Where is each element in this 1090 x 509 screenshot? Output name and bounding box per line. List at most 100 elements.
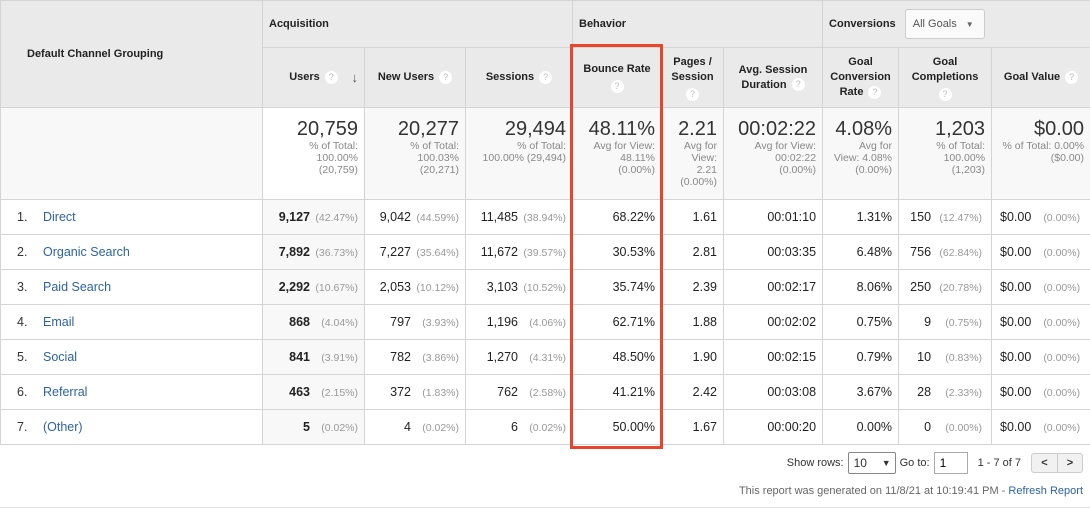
total-bounce-rate: 48.11% Avg for View: 48.11% (0.00%)	[572, 107, 662, 200]
pages-session-cell: 2.39	[661, 269, 724, 305]
total-sub: ($0.00)	[1050, 152, 1085, 164]
acquisition-label: Acquisition	[269, 18, 329, 30]
col-header-pages-session[interactable]: Pages / Session?	[661, 47, 724, 108]
goal-value-cell: $0.00 (0.00%)	[991, 409, 1090, 445]
col-session-label: Session	[671, 70, 714, 83]
conversions-label: Conversions	[829, 17, 896, 30]
col-header-sessions[interactable]: Sessions?	[465, 47, 573, 108]
pagination-bar: Show rows: 10 ▼ Go to: 1 - 7 of 7 < >	[787, 452, 1083, 474]
channel-link[interactable]: (Other)	[43, 420, 83, 434]
goal-value-cell: $0.00 (0.00%)	[991, 374, 1090, 410]
sessions-pct: (4.06%)	[529, 317, 566, 329]
col-gcr-label-3: Rate	[839, 86, 864, 98]
new-users-cell: 4 (0.02%)	[364, 409, 466, 445]
col-header-goal-completions[interactable]: Goal Completions?	[898, 47, 993, 108]
next-page-button[interactable]: >	[1057, 454, 1082, 472]
col-header-users[interactable]: Users? ↓	[262, 47, 365, 108]
help-icon[interactable]: ?	[938, 87, 952, 101]
total-value: 00:02:22	[738, 118, 817, 140]
bounce-rate-cell: 35.74%	[572, 269, 662, 305]
bounce-rate-value: 35.74%	[612, 280, 655, 294]
goal-conversion-rate-cell: 0.00%	[822, 409, 900, 445]
dimension-header[interactable]: Default Channel Grouping	[0, 0, 263, 108]
pages-session-cell: 1.88	[661, 304, 724, 340]
refresh-report-link[interactable]: Refresh Report	[1008, 485, 1083, 497]
col-header-goal-conversion-rate[interactable]: Goal Conversion Rate?	[822, 47, 900, 108]
users-cell: 2,292 (10.67%)	[262, 269, 365, 305]
users-value: 841	[289, 350, 310, 364]
total-sub: (0.00%)	[855, 164, 893, 176]
new-users-cell: 2,053 (10.12%)	[364, 269, 466, 305]
show-rows-select[interactable]: 10 ▼	[847, 452, 896, 474]
col-header-avg-session-duration[interactable]: Avg. Session Duration?	[722, 47, 824, 108]
goal-completions-value: 0	[924, 420, 932, 434]
col-header-new-users[interactable]: New Users?	[364, 47, 466, 108]
goal-conversion-rate-value: 0.75%	[856, 315, 893, 329]
goal-completions-value: 250	[910, 280, 932, 294]
divider	[0, 507, 1090, 508]
pages-session-cell: 2.42	[661, 374, 724, 410]
channel-cell: 4. Email	[0, 304, 263, 340]
channel-link[interactable]: Direct	[43, 210, 76, 224]
total-sub: 100.00%	[943, 152, 986, 164]
users-cell: 841 (3.91%)	[262, 339, 365, 375]
total-goal-completions: 1,203 % of Total: 100.00% (1,203)	[898, 107, 993, 200]
help-icon[interactable]: ?	[686, 87, 699, 101]
channel-link[interactable]: Referral	[43, 385, 87, 399]
col-header-bounce-rate[interactable]: Bounce Rate?	[572, 47, 662, 108]
col-goal-value-label: Goal Value	[1003, 71, 1061, 83]
sort-descending-icon[interactable]: ↓	[352, 70, 359, 85]
new-users-value: 797	[390, 315, 411, 329]
goal-completions-cell: 756 (62.84%)	[898, 234, 993, 270]
avg-duration-value: 00:00:20	[767, 420, 817, 434]
help-icon[interactable]: ?	[439, 70, 453, 84]
sessions-cell: 1,196 (4.06%)	[465, 304, 573, 340]
channel-link[interactable]: Organic Search	[43, 245, 130, 259]
new-users-cell: 372 (1.83%)	[364, 374, 466, 410]
help-icon[interactable]: ?	[1065, 70, 1079, 84]
goals-dropdown[interactable]: All Goals ▼	[904, 9, 985, 39]
sessions-cell: 11,485 (38.94%)	[465, 199, 573, 235]
sessions-value: 11,672	[480, 245, 518, 259]
goal-conversion-rate-value: 1.31%	[856, 210, 893, 224]
avg-duration-cell: 00:02:15	[722, 339, 824, 375]
channel-link[interactable]: Social	[43, 350, 77, 364]
table-row: 6. Referral 463 (2.15%) 372 (1.83%) 762 (2.5…	[0, 374, 1090, 410]
goal-completions-value: 28	[917, 385, 932, 399]
row-index: 2.	[17, 245, 28, 259]
col-header-goal-value[interactable]: Goal Value?	[991, 47, 1090, 108]
goal-value-value: $0.00	[1000, 420, 1032, 434]
goal-value-value: $0.00	[1000, 245, 1032, 259]
pages-session-cell: 2.81	[661, 234, 724, 270]
goal-value-value: $0.00	[1000, 350, 1032, 364]
new-users-pct: (0.02%)	[422, 422, 459, 434]
help-icon[interactable]: ?	[324, 70, 338, 84]
sessions-value: 1,196	[486, 315, 518, 329]
goal-completions-cell: 0 (0.00%)	[898, 409, 993, 445]
help-icon[interactable]: ?	[791, 78, 805, 92]
avg-duration-cell: 00:02:17	[722, 269, 824, 305]
help-icon[interactable]: ?	[868, 85, 882, 99]
generated-label: This report was generated on 11/8/21 at …	[738, 485, 1009, 497]
goal-conversion-rate-value: 8.06%	[856, 280, 893, 294]
goal-completions-pct: (2.33%)	[945, 387, 983, 399]
sessions-cell: 6 (0.02%)	[465, 409, 573, 445]
avg-duration-value: 00:02:17	[767, 280, 817, 294]
col-avg-label: Avg. Session	[738, 63, 808, 76]
col-gcr-label-1: Goal	[848, 56, 873, 68]
users-value: 868	[289, 315, 310, 329]
channel-link[interactable]: Paid Search	[43, 280, 111, 294]
sessions-pct: (38.94%)	[523, 212, 566, 224]
total-sub: Avg for View:	[754, 140, 817, 152]
prev-page-button[interactable]: <	[1032, 454, 1057, 472]
goto-input[interactable]	[933, 452, 968, 474]
new-users-pct: (35.64%)	[416, 247, 459, 259]
users-pct: (3.91%)	[321, 352, 358, 364]
sessions-pct: (10.52%)	[523, 282, 566, 294]
help-icon[interactable]: ?	[610, 80, 624, 93]
page-range: 1 - 7 of 7	[977, 457, 1021, 469]
channel-link[interactable]: Email	[43, 315, 74, 329]
help-icon[interactable]: ?	[539, 70, 553, 84]
show-rows-value: 10	[853, 456, 867, 470]
users-value: 9,127	[278, 210, 310, 224]
